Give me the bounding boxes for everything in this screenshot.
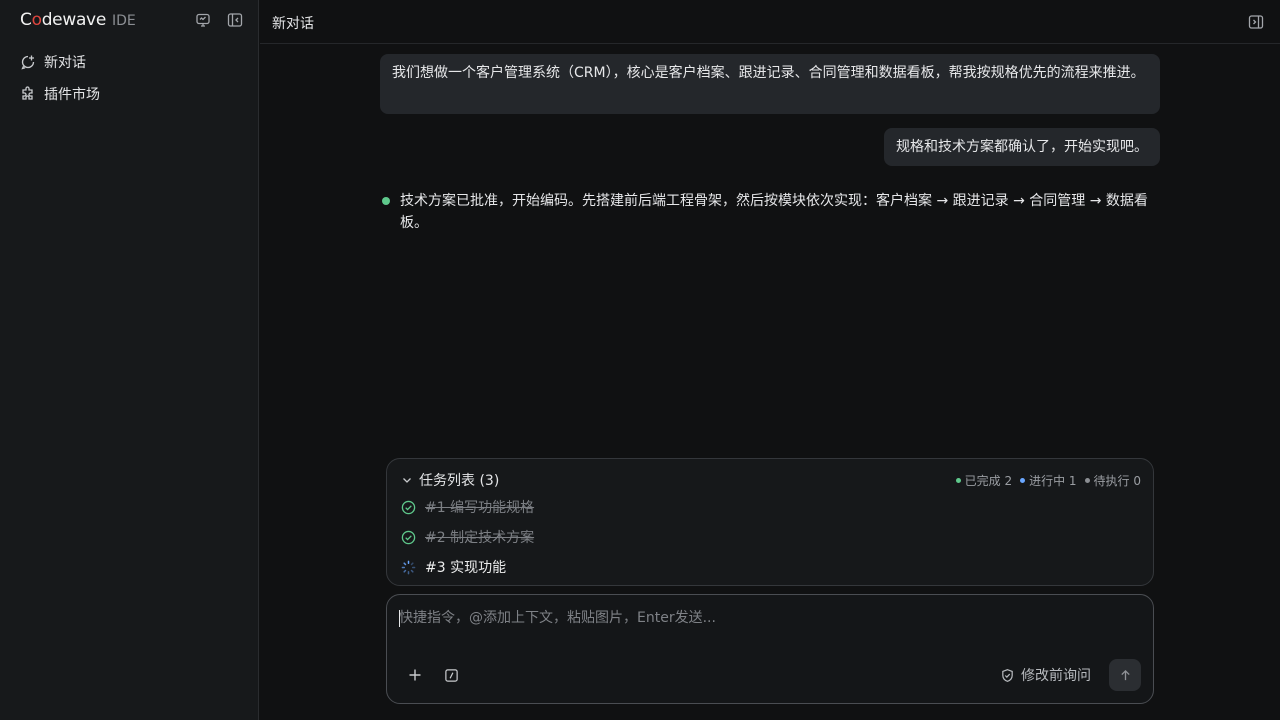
sidebar-item-new-chat[interactable]: 新对话 xyxy=(20,50,86,74)
stat-completed: 已完成 2 xyxy=(955,472,1012,489)
user-message: 我们想做一个客户管理系统（CRM），核心是客户档案、跟进记录、合同管理和数据看板… xyxy=(380,54,1160,114)
sidebar-item-plugin-market[interactable]: 插件市场 xyxy=(20,82,100,106)
slash-command-icon xyxy=(444,668,458,682)
ask-mode-label: 修改前询问 xyxy=(1021,668,1091,684)
ask-before-edit-toggle[interactable]: 修改前询问 xyxy=(1000,665,1091,685)
brand-tag: IDE xyxy=(111,13,136,29)
message-input[interactable] xyxy=(399,607,1139,647)
task-item[interactable]: #3 实现功能 xyxy=(401,557,506,577)
user-message: 规格和技术方案都确认了，开始实现吧。 xyxy=(884,128,1160,166)
shield-check-icon xyxy=(1002,668,1013,682)
collapse-sidebar-icon[interactable] xyxy=(226,11,244,29)
sidebar-item-label: 新对话 xyxy=(44,55,86,71)
status-dot xyxy=(1084,478,1090,483)
plus-icon xyxy=(409,669,421,681)
spinner-icon xyxy=(401,560,416,574)
assistant-message: 技术方案已批准，开始编码。先搭建前后端工程骨架，然后按模块依次实现：客户档案 →… xyxy=(400,193,1148,231)
brand-name: Codewave xyxy=(20,10,106,30)
top-bar: 新对话 xyxy=(260,0,1280,44)
slash-command-button[interactable] xyxy=(441,665,461,685)
sidebar: Codewave IDE 新对话 插件市场 xyxy=(0,0,259,720)
task-list-title: 任务列表 (3) xyxy=(419,473,500,489)
task-label: #2 制定技术方案 xyxy=(425,530,535,546)
chat-composer: 修改前询问 xyxy=(386,594,1154,704)
puzzle-icon xyxy=(22,86,33,100)
check-circle-icon xyxy=(401,500,416,514)
brand-logo: Codewave IDE xyxy=(20,10,136,32)
task-item[interactable]: #2 制定技术方案 xyxy=(401,527,534,547)
add-attachment-button[interactable] xyxy=(405,665,425,685)
stat-pending: 待执行 0 xyxy=(1084,472,1141,489)
text-caret xyxy=(399,610,400,627)
task-label: #1 编写功能规格 xyxy=(425,500,535,516)
task-list-panel: 任务列表 (3) 已完成 2 进行中 1 待执行 0 #1 编写功能规格 #2 … xyxy=(386,458,1154,586)
task-item[interactable]: #1 编写功能规格 xyxy=(401,497,534,517)
status-dot xyxy=(955,478,961,483)
assistant-status-dot xyxy=(382,197,390,205)
sidebar-item-label: 插件市场 xyxy=(44,87,100,103)
monitor-chat-icon[interactable] xyxy=(194,11,212,29)
chevron-down-icon xyxy=(403,478,411,483)
page-title: 新对话 xyxy=(272,16,314,32)
expand-panel-icon[interactable] xyxy=(1248,14,1264,30)
task-list-toggle[interactable]: 任务列表 (3) xyxy=(401,470,499,490)
arrow-up-icon xyxy=(1120,669,1130,680)
check-circle-icon xyxy=(401,530,416,544)
task-label: #3 实现功能 xyxy=(425,560,507,576)
status-dot xyxy=(1020,478,1026,483)
new-chat-icon xyxy=(21,55,35,70)
send-button[interactable] xyxy=(1109,659,1141,691)
stat-in-progress: 进行中 1 xyxy=(1020,472,1077,489)
task-stats: 已完成 2 进行中 1 待执行 0 xyxy=(948,472,1141,489)
